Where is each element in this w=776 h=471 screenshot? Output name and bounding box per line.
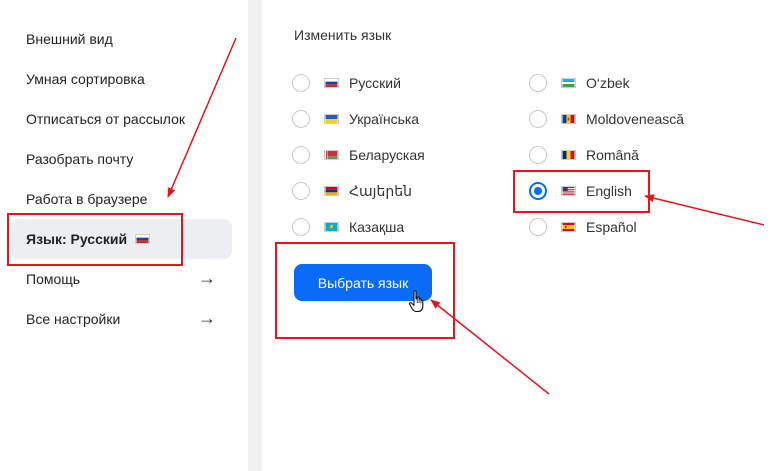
sidebar-item-all-settings[interactable]: Все настройки → (10, 299, 232, 339)
hand-cursor-icon (408, 290, 424, 313)
romania-flag-icon (561, 150, 576, 160)
language-option-english[interactable]: English (529, 179, 632, 203)
language-label: English (586, 183, 632, 199)
sidebar-item-smart-sort[interactable]: Умная сортировка (10, 59, 232, 99)
language-option-armenian[interactable]: Հայերեն (292, 179, 412, 203)
language-option-belarusian[interactable]: Беларуская (292, 143, 425, 167)
sidebar-item-label: Работа в браузере (26, 191, 148, 207)
language-option-spanish[interactable]: Español (529, 215, 637, 239)
sidebar-item-unsubscribe[interactable]: Отписаться от рассылок (10, 99, 232, 139)
armenia-flag-icon (324, 186, 339, 196)
language-label: Русский (349, 75, 401, 91)
ukraine-flag-icon (324, 114, 339, 124)
radio-button[interactable] (292, 146, 310, 164)
radio-button[interactable] (292, 74, 310, 92)
language-option-kazakh[interactable]: Казақша (292, 215, 404, 239)
language-option-moldovan[interactable]: Moldovenească (529, 107, 684, 131)
language-option-russian[interactable]: Русский (292, 71, 401, 95)
radio-button[interactable] (529, 74, 547, 92)
sidebar-item-label: Отписаться от рассылок (26, 111, 186, 127)
sidebar-item-label: Помощь (26, 271, 81, 287)
language-label: Español (586, 219, 637, 235)
panel-divider (248, 0, 262, 471)
radio-button[interactable] (529, 146, 547, 164)
language-option-romanian[interactable]: Română (529, 143, 639, 167)
uzbekistan-flag-icon (561, 78, 576, 88)
language-label: Română (586, 147, 639, 163)
sidebar-item-browser[interactable]: Работа в браузере (10, 179, 232, 219)
language-label: Казақша (349, 219, 405, 235)
language-label: Українська (349, 111, 420, 127)
language-label: Беларуская (349, 147, 425, 163)
radio-button[interactable] (292, 110, 310, 128)
arrow-right-icon: → (198, 308, 216, 328)
language-option-uzbek[interactable]: O‘zbek (529, 71, 630, 95)
sidebar-item-label: Внешний вид (26, 31, 113, 47)
moldova-flag-icon (561, 114, 576, 124)
usa-flag-icon (561, 186, 576, 196)
language-label: Հայերեն (349, 182, 412, 199)
radio-button[interactable] (292, 218, 310, 236)
sidebar-item-label: Язык: Русский (26, 231, 128, 247)
sidebar-item-label: Разобрать почту (26, 151, 134, 167)
language-label: O‘zbek (586, 75, 630, 91)
sidebar-item-appearance[interactable]: Внешний вид (10, 19, 232, 59)
sidebar-item-label: Все настройки (26, 311, 121, 327)
belarus-flag-icon (324, 150, 339, 160)
sidebar-item-label: Умная сортировка (26, 71, 145, 87)
radio-button[interactable] (529, 218, 547, 236)
radio-button-selected[interactable] (529, 182, 547, 200)
sidebar-item-sort-mail[interactable]: Разобрать почту (10, 139, 232, 179)
sidebar-item-language[interactable]: Язык: Русский (10, 219, 232, 259)
russia-flag-icon (324, 78, 339, 88)
language-option-ukrainian[interactable]: Українська (292, 107, 419, 131)
language-label: Moldovenească (586, 111, 685, 127)
russia-flag-icon (135, 234, 151, 244)
arrow-right-icon: → (198, 268, 216, 288)
settings-sidebar: Внешний вид Умная сортировка Отписаться … (0, 0, 248, 471)
sidebar-item-help[interactable]: Помощь → (10, 259, 232, 299)
language-panel: Изменить язык Русский Українська Беларус… (262, 0, 776, 471)
section-title: Изменить язык (294, 27, 392, 43)
kazakhstan-flag-icon (324, 222, 339, 232)
spain-flag-icon (561, 222, 576, 232)
radio-button[interactable] (529, 110, 547, 128)
radio-button[interactable] (292, 182, 310, 200)
